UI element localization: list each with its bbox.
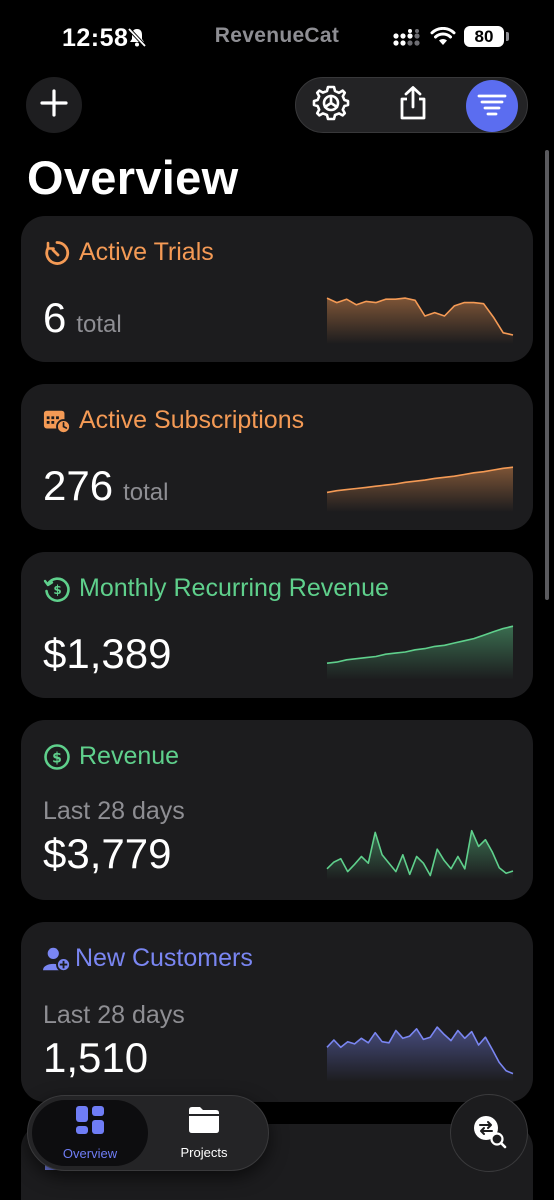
new-customers-sparkline xyxy=(326,1026,514,1082)
plus-icon xyxy=(39,88,69,123)
revenue-sparkline xyxy=(326,829,514,880)
value-unit: total xyxy=(76,311,122,338)
mrr-card[interactable]: $ Monthly Recurring Revenue $1,389 xyxy=(21,552,533,698)
card-title: Revenue xyxy=(79,742,180,770)
value-number: 6 xyxy=(43,294,67,341)
new-customers-card[interactable]: New Customers Last 28 days 1,510 xyxy=(21,922,533,1102)
card-value: $3,779 xyxy=(43,830,172,877)
card-title: Monthly Recurring Revenue xyxy=(79,574,389,602)
status-bar: 12:58 RevenueCat 80 xyxy=(0,0,554,70)
tab-projects[interactable]: Projects xyxy=(146,1100,262,1166)
card-header: $ Monthly Recurring Revenue xyxy=(43,574,389,603)
card-value: 276 total xyxy=(43,462,168,510)
period-label: Last 28 days xyxy=(43,797,185,825)
card-value: 6 total xyxy=(43,294,122,342)
active-trials-sparkline xyxy=(326,297,514,344)
tab-label: Overview xyxy=(62,1146,118,1161)
filter-lines-icon xyxy=(477,92,507,121)
card-title: Active Trials xyxy=(79,238,214,266)
tab-label: Projects xyxy=(180,1145,228,1160)
dollar-circle-icon: $ xyxy=(43,743,71,771)
tab-bar: Overview Projects xyxy=(27,1095,269,1171)
search-arrows-icon xyxy=(470,1112,508,1155)
svg-text:$: $ xyxy=(53,583,61,597)
active-subscriptions-card[interactable]: Active Subscriptions 276 total xyxy=(21,384,533,530)
card-header: New Customers xyxy=(43,944,253,973)
active-subscriptions-sparkline xyxy=(326,466,514,512)
calendar-clock-icon xyxy=(43,407,71,435)
mrr-sparkline xyxy=(326,625,514,680)
customer-search-button[interactable] xyxy=(450,1094,528,1172)
dashboard-icon xyxy=(75,1105,105,1140)
card-value: $1,389 xyxy=(43,630,172,677)
add-button[interactable] xyxy=(26,77,82,133)
active-trials-card[interactable]: Active Trials 6 total xyxy=(21,216,533,362)
share-button[interactable] xyxy=(390,82,436,128)
card-header: Active Subscriptions xyxy=(43,406,304,435)
add-person-icon xyxy=(43,945,71,973)
scroll-indicator[interactable] xyxy=(545,150,549,600)
filter-button[interactable] xyxy=(466,80,518,132)
card-title: New Customers xyxy=(75,944,253,972)
revenue-card[interactable]: $ Revenue Last 28 days $3,779 xyxy=(21,720,533,900)
gear-icon xyxy=(311,83,351,128)
timer-icon xyxy=(43,239,71,267)
recurring-dollar-icon: $ xyxy=(43,575,71,603)
folder-icon xyxy=(187,1106,221,1139)
signal-icon xyxy=(392,29,422,52)
card-title: Active Subscriptions xyxy=(79,406,305,434)
period-label: Last 28 days xyxy=(43,1001,185,1029)
value-unit: total xyxy=(123,479,169,506)
svg-text:$: $ xyxy=(52,750,62,766)
settings-button[interactable] xyxy=(308,82,354,128)
battery-level: 80 xyxy=(464,26,504,47)
top-action-group xyxy=(295,77,528,133)
battery-tip xyxy=(506,32,509,41)
card-header: Active Trials xyxy=(43,238,214,267)
value-number: 276 xyxy=(43,462,114,509)
wifi-icon xyxy=(430,26,456,52)
card-header: $ Revenue xyxy=(43,742,179,771)
sparkline-area xyxy=(327,467,513,512)
tab-overview[interactable]: Overview xyxy=(32,1100,148,1166)
sparkline-area xyxy=(327,830,513,880)
share-icon xyxy=(396,85,430,126)
page-title: Overview xyxy=(27,151,239,204)
card-value: 1,510 xyxy=(43,1034,149,1081)
